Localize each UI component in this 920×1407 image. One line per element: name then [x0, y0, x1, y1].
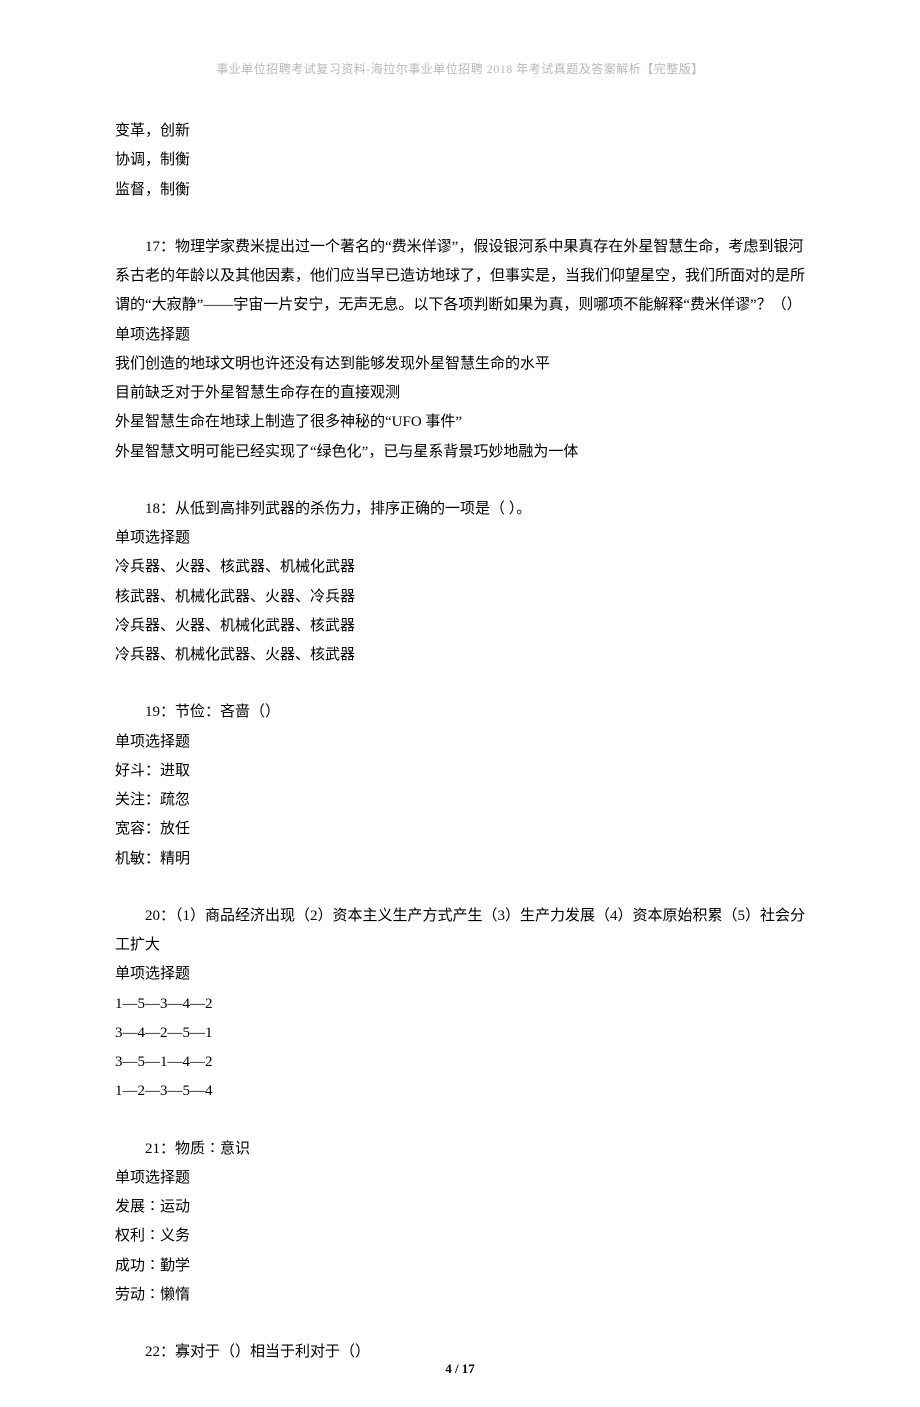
- text-line: 变革，创新: [115, 117, 805, 146]
- text-line: 18：从低到高排列武器的杀伤力，排序正确的一项是（ ）。: [115, 495, 805, 524]
- text-line: 好斗：进取: [115, 757, 805, 786]
- text-block: 21：物质∶意识单项选择题发展∶运动权利∶义务成功∶勤学劳动∶懒惰: [115, 1135, 805, 1311]
- text-line: 我们创造的地球文明也许还没有达到能够发现外星智慧生命的水平: [115, 350, 805, 379]
- text-line: 单项选择题: [115, 960, 805, 989]
- text-block: 20：（1）商品经济出现（2）资本主义生产方式产生（3）生产力发展（4）资本原始…: [115, 902, 805, 1107]
- text-line: 3—5—1—4—2: [115, 1048, 805, 1077]
- text-line: 宽容：放任: [115, 815, 805, 844]
- text-line: 外星智慧生命在地球上制造了很多神秘的“UFO 事件”: [115, 408, 805, 437]
- text-line: 17：物理学家费米提出过一个著名的“费米佯谬”，假设银河系中果真存在外星智慧生命…: [115, 233, 805, 321]
- text-line: 冷兵器、火器、机械化武器、核武器: [115, 612, 805, 641]
- text-line: 单项选择题: [115, 1164, 805, 1193]
- text-block: 19：节俭：吝啬（）单项选择题好斗：进取关注：疏忽宽容：放任机敏：精明: [115, 698, 805, 874]
- document-page: 事业单位招聘考试复习资料-海拉尔事业单位招聘 2018 年考试真题及答案解析【完…: [0, 0, 920, 1407]
- text-line: 外星智慧文明可能已经实现了“绿色化”，已与星系背景巧妙地融为一体: [115, 438, 805, 467]
- text-line: 权利∶义务: [115, 1222, 805, 1251]
- text-line: 劳动∶懒惰: [115, 1281, 805, 1310]
- text-line: 协调，制衡: [115, 146, 805, 175]
- text-line: 关注：疏忽: [115, 786, 805, 815]
- text-line: 单项选择题: [115, 321, 805, 350]
- text-line: 1—2—3—5—4: [115, 1077, 805, 1106]
- page-footer: 4 / 17: [0, 1361, 920, 1377]
- text-line: 监督，制衡: [115, 176, 805, 205]
- text-block: 变革，创新协调，制衡监督，制衡: [115, 117, 805, 205]
- text-block: 17：物理学家费米提出过一个著名的“费米佯谬”，假设银河系中果真存在外星智慧生命…: [115, 233, 805, 467]
- text-line: 机敏：精明: [115, 845, 805, 874]
- text-line: 20：（1）商品经济出现（2）资本主义生产方式产生（3）生产力发展（4）资本原始…: [115, 902, 805, 961]
- text-line: 成功∶勤学: [115, 1252, 805, 1281]
- text-line: 发展∶运动: [115, 1193, 805, 1222]
- text-line: 目前缺乏对于外星智慧生命存在的直接观测: [115, 379, 805, 408]
- text-block: 18：从低到高排列武器的杀伤力，排序正确的一项是（ ）。单项选择题冷兵器、火器、…: [115, 495, 805, 671]
- text-line: 单项选择题: [115, 728, 805, 757]
- text-line: 冷兵器、火器、核武器、机械化武器: [115, 553, 805, 582]
- text-line: 19：节俭：吝啬（）: [115, 698, 805, 727]
- text-line: 3—4—2—5—1: [115, 1019, 805, 1048]
- document-body: 变革，创新协调，制衡监督，制衡 17：物理学家费米提出过一个著名的“费米佯谬”，假…: [115, 117, 805, 1367]
- text-line: 单项选择题: [115, 524, 805, 553]
- text-line: 21：物质∶意识: [115, 1135, 805, 1164]
- page-header: 事业单位招聘考试复习资料-海拉尔事业单位招聘 2018 年考试真题及答案解析【完…: [115, 60, 805, 77]
- text-line: 核武器、机械化武器、火器、冷兵器: [115, 583, 805, 612]
- text-line: 1—5—3—4—2: [115, 990, 805, 1019]
- text-line: 冷兵器、机械化武器、火器、核武器: [115, 641, 805, 670]
